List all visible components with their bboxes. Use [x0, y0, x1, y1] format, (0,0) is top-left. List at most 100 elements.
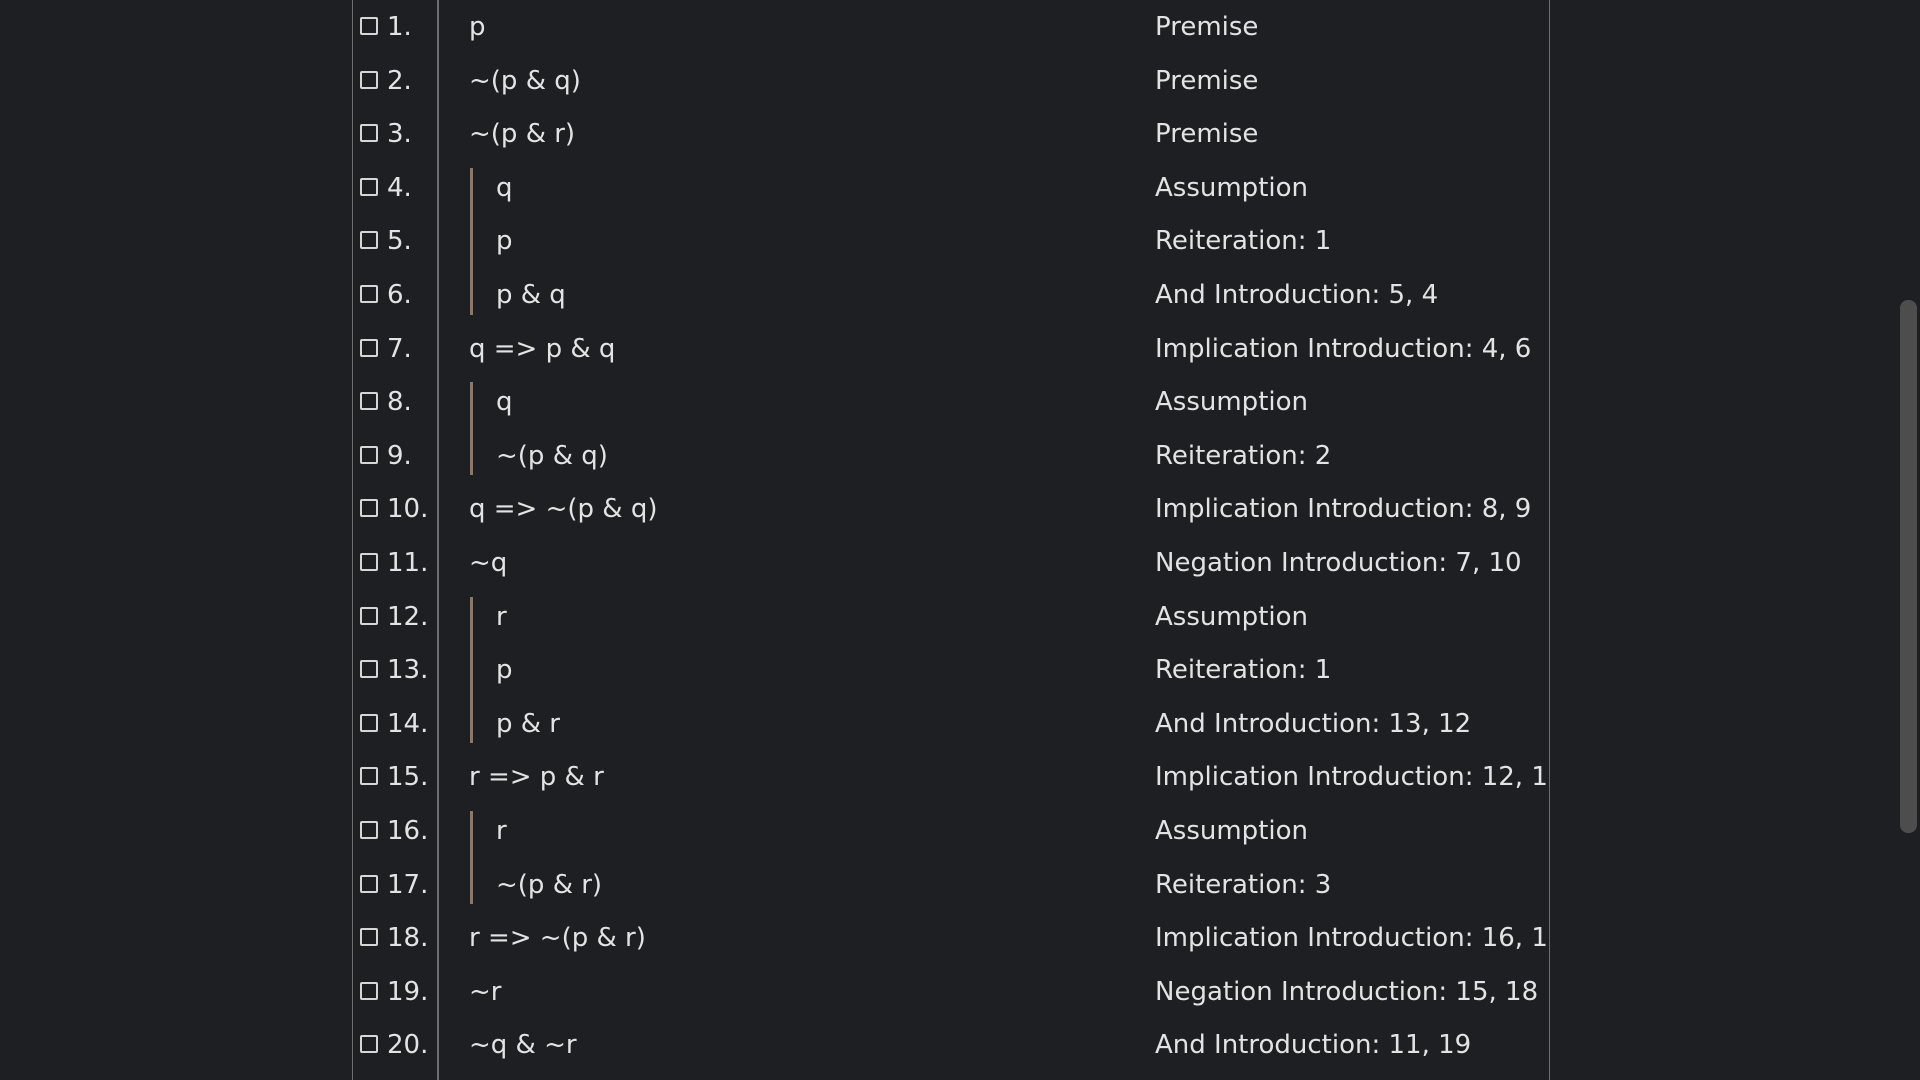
- justification[interactable]: Premise: [1155, 119, 1258, 149]
- proof-line[interactable]: 10. q => ~(p & q) Implication Introduction…: [353, 482, 1549, 536]
- formula[interactable]: p & q: [496, 280, 566, 310]
- proof-line[interactable]: 17. ~(p & r) Reiteration: 3: [353, 858, 1549, 912]
- proof-line[interactable]: 16. r Assumption: [353, 804, 1549, 858]
- line-number: 3.: [387, 119, 412, 150]
- line-number: 14.: [387, 708, 429, 739]
- proof-app: 1. p Premise 2. ~(p & q) Premise 3. ~(p & r) Pre…: [0, 0, 1920, 1080]
- line-checkbox[interactable]: [360, 713, 378, 732]
- line-checkbox[interactable]: [360, 499, 378, 518]
- proof-line[interactable]: 1. p Premise: [353, 0, 1549, 54]
- proof-line[interactable]: 6. p & q And Introduction: 5, 4: [353, 268, 1549, 322]
- proof-line[interactable]: 4. q Assumption: [353, 161, 1549, 215]
- line-number: 18.: [387, 923, 429, 954]
- formula[interactable]: ~r: [469, 977, 501, 1007]
- line-number: 12.: [387, 601, 429, 632]
- line-checkbox[interactable]: [360, 445, 378, 464]
- line-checkbox[interactable]: [360, 70, 378, 89]
- justification[interactable]: And Introduction: 13, 12: [1155, 709, 1471, 739]
- line-checkbox[interactable]: [360, 821, 378, 839]
- justification[interactable]: Assumption: [1155, 602, 1308, 632]
- line-number: 1.: [387, 12, 412, 42]
- scrollbar-thumb[interactable]: [1900, 300, 1917, 833]
- proof-line[interactable]: 9. ~(p & q) Reiteration: 2: [353, 429, 1549, 483]
- line-checkbox[interactable]: [360, 338, 378, 357]
- formula[interactable]: r: [496, 816, 507, 846]
- line-checkbox[interactable]: [360, 606, 378, 625]
- line-number: 6.: [387, 280, 412, 310]
- line-checkbox[interactable]: [360, 553, 378, 571]
- proof-line[interactable]: 2. ~(p & q) Premise: [353, 54, 1549, 108]
- proof-line[interactable]: 18. r => ~(p & r) Implication Introduction…: [353, 911, 1549, 965]
- formula[interactable]: p: [469, 12, 486, 42]
- justification[interactable]: Negation Introduction: 15, 18: [1155, 977, 1538, 1007]
- formula[interactable]: ~(p & q): [496, 441, 608, 471]
- formula[interactable]: r: [496, 602, 507, 632]
- line-number: 9.: [387, 440, 412, 471]
- line-number: 5.: [387, 226, 412, 257]
- line-number: 16.: [387, 816, 429, 846]
- justification[interactable]: Reiteration: 1: [1155, 226, 1331, 256]
- subproof-bar: [470, 811, 473, 905]
- line-number: 2.: [387, 65, 412, 96]
- formula[interactable]: ~(p & r): [496, 870, 602, 900]
- proof-line[interactable]: 12. r Assumption: [353, 590, 1549, 644]
- justification[interactable]: Reiteration: 2: [1155, 441, 1331, 471]
- justification[interactable]: Assumption: [1155, 387, 1308, 417]
- line-checkbox[interactable]: [360, 928, 378, 947]
- line-number: 13.: [387, 655, 429, 686]
- line-checkbox[interactable]: [360, 124, 378, 143]
- line-checkbox[interactable]: [360, 767, 378, 786]
- formula[interactable]: p & r: [496, 709, 560, 739]
- formula[interactable]: ~(p & q): [469, 66, 581, 96]
- formula[interactable]: q => p & q: [469, 334, 615, 364]
- justification[interactable]: Premise: [1155, 66, 1258, 96]
- formula[interactable]: p: [496, 226, 513, 256]
- formula[interactable]: r => p & r: [469, 762, 604, 792]
- proof-line[interactable]: 7. q => p & q Implication Introduction: 4,…: [353, 322, 1549, 376]
- justification[interactable]: Implication Introduction: 12, 14: [1155, 762, 1549, 792]
- proof-line[interactable]: 14. p & r And Introduction: 13, 12: [353, 697, 1549, 751]
- formula[interactable]: ~q & ~r: [469, 1030, 577, 1060]
- line-checkbox[interactable]: [360, 874, 378, 893]
- formula[interactable]: q => ~(p & q): [469, 494, 658, 524]
- line-checkbox[interactable]: [360, 981, 378, 1000]
- formula[interactable]: q: [496, 173, 513, 203]
- vertical-scrollbar[interactable]: [1896, 0, 1920, 1080]
- justification[interactable]: Premise: [1155, 12, 1258, 42]
- justification[interactable]: Assumption: [1155, 816, 1308, 846]
- proof-line[interactable]: 19. ~r Negation Introduction: 15, 18: [353, 965, 1549, 1019]
- line-checkbox[interactable]: [360, 17, 378, 35]
- line-number: 17.: [387, 869, 429, 900]
- line-checkbox[interactable]: [360, 231, 378, 250]
- proof-line[interactable]: 13. p Reiteration: 1: [353, 643, 1549, 697]
- justification[interactable]: Implication Introduction: 4, 6: [1155, 334, 1531, 364]
- subproof-bar: [470, 167, 473, 315]
- line-checkbox[interactable]: [360, 1035, 378, 1054]
- proof-line[interactable]: 5. p Reiteration: 1: [353, 214, 1549, 268]
- justification[interactable]: Negation Introduction: 7, 10: [1155, 548, 1522, 578]
- formula[interactable]: q: [496, 387, 513, 417]
- justification[interactable]: Reiteration: 3: [1155, 870, 1331, 900]
- proof-panel: 1. p Premise 2. ~(p & q) Premise 3. ~(p & r) Pre…: [352, 0, 1550, 1080]
- line-checkbox[interactable]: [360, 285, 378, 303]
- formula[interactable]: p: [496, 655, 513, 685]
- justification[interactable]: Implication Introduction: 16, 17: [1155, 923, 1549, 953]
- line-checkbox[interactable]: [360, 392, 378, 411]
- proof-line[interactable]: 3. ~(p & r) Premise: [353, 107, 1549, 161]
- formula[interactable]: ~(p & r): [469, 119, 575, 149]
- justification[interactable]: Implication Introduction: 8, 9: [1155, 494, 1531, 524]
- proof-line[interactable]: 8. q Assumption: [353, 375, 1549, 429]
- formula[interactable]: r => ~(p & r): [469, 923, 646, 953]
- proof-line[interactable]: 20. ~q & ~r And Introduction: 11, 19: [353, 1018, 1549, 1072]
- proof-line[interactable]: 15. r => p & r Implication Introduction: 1…: [353, 750, 1549, 804]
- proof-line[interactable]: 11. ~q Negation Introduction: 7, 10: [353, 536, 1549, 590]
- justification[interactable]: And Introduction: 11, 19: [1155, 1030, 1471, 1060]
- justification[interactable]: Reiteration: 1: [1155, 655, 1331, 685]
- line-checkbox[interactable]: [360, 177, 378, 196]
- line-checkbox[interactable]: [360, 660, 378, 679]
- formula[interactable]: ~q: [469, 548, 507, 578]
- justification[interactable]: And Introduction: 5, 4: [1155, 280, 1438, 310]
- subproof-bar: [470, 596, 473, 744]
- line-number: 8.: [387, 387, 412, 418]
- justification[interactable]: Assumption: [1155, 173, 1308, 203]
